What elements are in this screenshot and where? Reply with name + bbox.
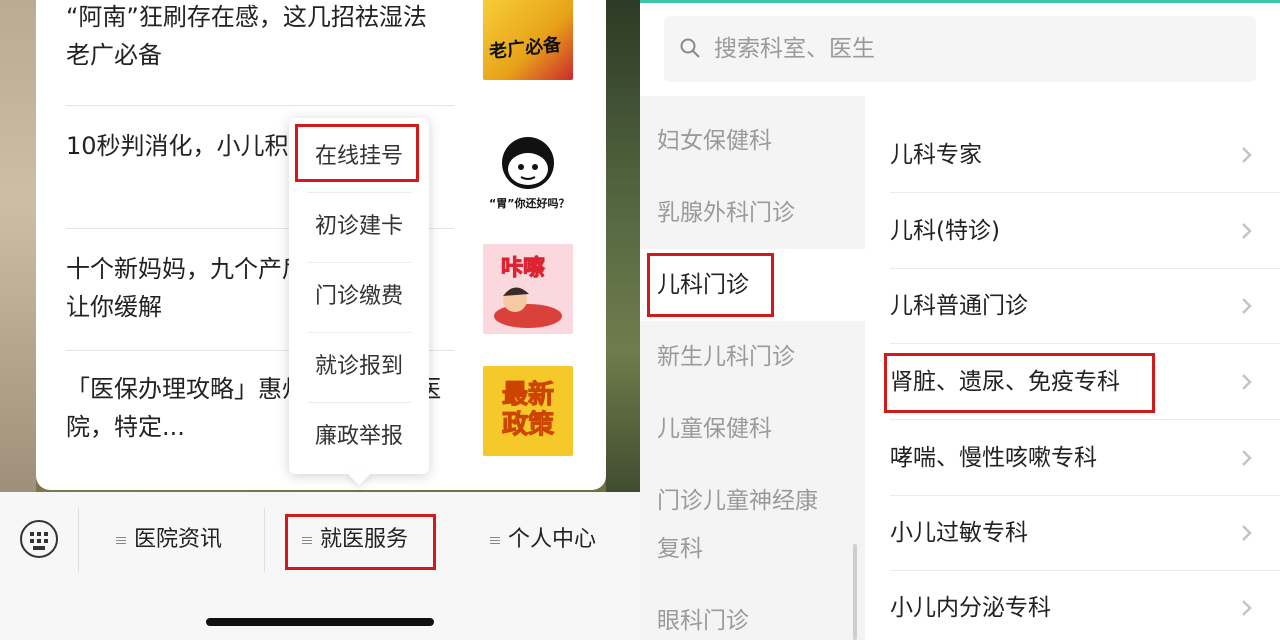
background-photo-right [606, 0, 640, 500]
search-bar[interactable] [664, 16, 1256, 82]
chevron-right-icon [1242, 147, 1252, 163]
menu-lines-icon [490, 535, 500, 546]
divider [264, 508, 265, 572]
department-sidebar: 妇女保健科 乳腺外科门诊 儿科门诊 新生儿科门诊 儿童保健科 门诊儿童神经康 复… [640, 96, 865, 640]
chevron-right-icon [1242, 374, 1252, 390]
clinic-label: 哮喘、慢性咳嗽专科 [890, 445, 1097, 471]
article-thumbnail: 老广必备 [483, 0, 573, 80]
top-accent-line [640, 0, 1280, 3]
keyboard-icon[interactable] [20, 520, 58, 558]
scrollbar[interactable] [853, 544, 857, 640]
tab-hospital-news[interactable]: 医院资讯 [116, 520, 222, 560]
chevron-right-icon [1242, 223, 1252, 239]
clinic-label: 小儿过敏专科 [890, 520, 1028, 546]
clinic-item[interactable]: 小儿内分泌专科 [890, 570, 1280, 640]
menu-item-outpatient-payment[interactable]: 门诊缴费 [289, 262, 429, 332]
right-screenshot: 妇女保健科 乳腺外科门诊 儿科门诊 新生儿科门诊 儿童保健科 门诊儿童神经康 复… [640, 0, 1280, 640]
chevron-right-icon [1242, 600, 1252, 616]
menu-item-check-in[interactable]: 就诊报到 [289, 332, 429, 402]
dept-item[interactable]: 眼科门诊 [657, 596, 857, 640]
clinic-item[interactable]: 儿科专家 [890, 117, 1280, 193]
tab-personal-center[interactable]: 个人中心 [490, 520, 596, 560]
dept-item[interactable]: 乳腺外科门诊 [657, 188, 857, 238]
divider [78, 508, 79, 572]
search-input[interactable] [714, 28, 1214, 70]
menu-item-first-visit-card[interactable]: 初诊建卡 [289, 192, 429, 262]
menu-lines-icon [116, 535, 126, 546]
clinic-label: 儿科专家 [890, 142, 982, 168]
tab-label: 医院资讯 [134, 527, 223, 552]
highlight-box-pediatrics [647, 253, 774, 317]
thumbnail-text: 最新政策 [501, 380, 554, 441]
dept-item[interactable]: 儿童保健科 [657, 404, 857, 454]
clinic-label: 小儿内分泌专科 [890, 595, 1051, 621]
clinic-item[interactable]: 儿科(特诊) [890, 193, 1280, 269]
clinic-label: 儿科(特诊) [890, 218, 1000, 244]
highlight-box-medical-services [285, 514, 436, 570]
left-screenshot: “阿南”狂刷存在感，这几招祛湿法老广必备 老广必备 10秒判消化，小儿积食附食谱… [0, 0, 640, 640]
home-indicator [206, 618, 434, 626]
clinic-item[interactable]: 小儿过敏专科 [890, 495, 1280, 571]
clinic-item[interactable]: 哮喘、慢性咳嗽专科 [890, 420, 1280, 496]
chevron-right-icon [1242, 298, 1252, 314]
article-title: “阿南”狂刷存在感，这几招祛湿法老广必备 [66, 3, 427, 69]
background-photo-left [0, 0, 36, 500]
clinic-label: 儿科普通门诊 [890, 293, 1028, 319]
dept-item[interactable]: 新生儿科门诊 [657, 332, 857, 382]
dept-item[interactable]: 妇女保健科 [657, 116, 857, 166]
divider [66, 105, 454, 106]
sleeping-mother-icon [494, 287, 562, 328]
highlight-box-online-registration [295, 124, 419, 182]
search-icon [680, 38, 700, 58]
thumbnail-text: 老广必备 [488, 34, 563, 63]
chevron-right-icon [1242, 450, 1252, 466]
article-thumbnail: “胃”你还好吗？ [483, 125, 573, 215]
article-item[interactable]: “阿南”狂刷存在感，这几招祛湿法老广必备 老广必备 [66, 0, 588, 96]
clinic-item[interactable]: 儿科普通门诊 [890, 268, 1280, 344]
dept-item[interactable]: 门诊儿童神经康 [657, 476, 857, 526]
dept-item: 复科 [657, 536, 703, 562]
tab-label: 个人中心 [508, 527, 597, 552]
menu-item-integrity-report[interactable]: 廉政举报 [289, 402, 429, 472]
article-thumbnail: 最新政策 [483, 366, 573, 456]
article-thumbnail: 咔嚓 [483, 244, 573, 334]
thumbnail-text: “胃”你还好吗？ [489, 197, 570, 210]
highlight-box-kidney-clinic [884, 353, 1155, 413]
chevron-right-icon [1242, 525, 1252, 541]
